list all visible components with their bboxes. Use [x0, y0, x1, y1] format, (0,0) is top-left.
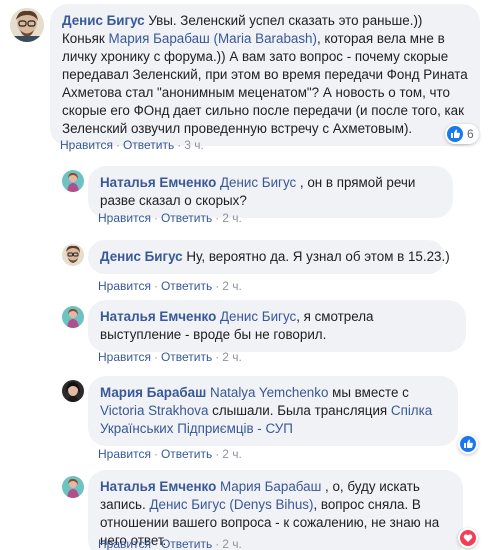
- avatar-photo: [10, 8, 44, 42]
- like-button[interactable]: Нравится: [98, 211, 151, 225]
- comment: Денис Бигус Увы. Зеленский успел сказать…: [0, 0, 490, 160]
- mention-link[interactable]: Мария Барабаш (Maria Barabash): [108, 31, 317, 46]
- like-button[interactable]: Нравится: [98, 447, 151, 461]
- timestamp[interactable]: 2 ч.: [222, 211, 242, 225]
- comment-author[interactable]: Наталья Емченко: [100, 175, 216, 190]
- separator: ·: [215, 350, 220, 364]
- mention-link[interactable]: Денис Бигус (Denys Bihus): [149, 497, 313, 512]
- mention-link[interactable]: Денис Бигус: [220, 175, 296, 190]
- comment-actions: Нравится · Ответить · 2 ч.: [98, 536, 242, 550]
- timestamp[interactable]: 2 ч.: [222, 537, 242, 550]
- avatar[interactable]: [62, 380, 84, 402]
- separator: ·: [215, 279, 220, 293]
- comment-author[interactable]: Денис Бигус: [100, 249, 183, 264]
- reply-button[interactable]: Ответить: [161, 447, 212, 461]
- like-button[interactable]: Нравится: [98, 279, 151, 293]
- timestamp[interactable]: 2 ч.: [222, 279, 242, 293]
- reply-comment: Наталья Емченко Денис Бигус , он в прямо…: [0, 162, 490, 232]
- avatar[interactable]: [10, 8, 44, 42]
- like-button[interactable]: Нравится: [60, 138, 113, 152]
- heart-icon: [460, 530, 476, 546]
- like-button[interactable]: Нравится: [98, 537, 151, 550]
- reaction-count[interactable]: [458, 434, 478, 454]
- timestamp[interactable]: 3 ч.: [184, 138, 204, 152]
- mention-link[interactable]: Денис Бигус: [220, 309, 296, 324]
- mention-link[interactable]: Natalya Yemchenko: [210, 385, 328, 400]
- comment-actions: Нравится · Ответить · 2 ч.: [98, 446, 242, 462]
- separator: ·: [115, 138, 120, 152]
- reply-button[interactable]: Ответить: [123, 138, 174, 152]
- comment-author[interactable]: Наталья Емченко: [100, 479, 216, 494]
- reply-comment: Мария Барабаш Natalya Yemchenko мы вмест…: [0, 372, 490, 462]
- comment-bubble: Денис Бигус Ну, вероятно да. Я узнал об …: [88, 240, 450, 274]
- separator: ·: [153, 537, 158, 550]
- comment-bubble: Денис Бигус Увы. Зеленский успел сказать…: [50, 4, 480, 146]
- avatar[interactable]: [62, 170, 84, 192]
- like-button[interactable]: Нравится: [98, 350, 151, 364]
- reply-button[interactable]: Ответить: [161, 211, 212, 225]
- comment-text-part: Ну, вероятно да. Я узнал об этом в 15.23…: [186, 249, 450, 264]
- avatar-photo: [62, 380, 84, 402]
- thumbs-up-icon: [447, 126, 463, 142]
- avatar-photo: [62, 244, 84, 266]
- avatar-photo: [62, 476, 84, 498]
- comment-actions: Нравится · Ответить · 2 ч.: [98, 349, 242, 365]
- reply-comment: Наталья Емченко Денис Бигус, я смотрела …: [0, 296, 490, 368]
- mention-link[interactable]: Victoria Strakhova: [100, 403, 208, 418]
- comment-actions: Нравится · Ответить · 2 ч.: [98, 278, 242, 294]
- comment-actions: Нравится · Ответить · 2 ч.: [98, 210, 242, 226]
- comment-text-part: слышали. Была трансляция: [208, 403, 391, 418]
- comment-author[interactable]: Наталья Емченко: [100, 309, 216, 324]
- reply-button[interactable]: Ответить: [161, 350, 212, 364]
- comment-author[interactable]: Денис Бигус: [62, 13, 145, 28]
- reply-comment: Наталья Емченко Мария Барабаш , о, буду …: [0, 466, 490, 550]
- mention-link[interactable]: Мария Барабаш: [220, 479, 321, 494]
- reply-button[interactable]: Ответить: [161, 537, 212, 550]
- reaction-number: 6: [467, 127, 474, 141]
- separator: ·: [153, 279, 158, 293]
- separator: ·: [153, 350, 158, 364]
- separator: ·: [215, 537, 220, 550]
- separator: ·: [215, 447, 220, 461]
- avatar[interactable]: [62, 244, 84, 266]
- avatar[interactable]: [62, 476, 84, 498]
- comment-actions: Нравится · Ответить · 3 ч.: [60, 137, 204, 153]
- avatar[interactable]: [62, 306, 84, 328]
- separator: ·: [177, 138, 182, 152]
- separator: ·: [215, 211, 220, 225]
- comment-text: Увы. Зеленский успел сказать это раньше.…: [62, 13, 468, 136]
- comment-bubble: Мария Барабаш Natalya Yemchenko мы вмест…: [88, 376, 458, 446]
- avatar-photo: [62, 306, 84, 328]
- comment-bubble: Наталья Емченко Денис Бигус, я смотрела …: [88, 300, 466, 352]
- separator: ·: [153, 211, 158, 225]
- reaction-count[interactable]: 6: [445, 124, 479, 144]
- timestamp[interactable]: 2 ч.: [222, 447, 242, 461]
- reply-button[interactable]: Ответить: [161, 279, 212, 293]
- comment-author[interactable]: Мария Барабаш: [100, 385, 206, 400]
- timestamp[interactable]: 2 ч.: [222, 350, 242, 364]
- reply-comment: Денис Бигус Ну, вероятно да. Я узнал об …: [0, 236, 490, 294]
- comment-text-part: мы вместе с: [328, 385, 409, 400]
- avatar-photo: [62, 170, 84, 192]
- comment-text-part: , которая вела мне в личку хронику с фор…: [62, 31, 468, 136]
- separator: ·: [153, 447, 158, 461]
- thumbs-up-icon: [460, 436, 476, 452]
- reaction-count[interactable]: [458, 528, 478, 548]
